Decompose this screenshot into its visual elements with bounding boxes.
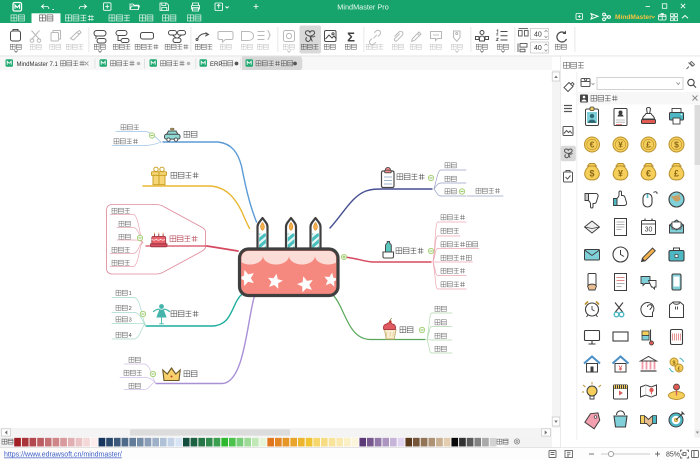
svg-text:£: £ <box>677 366 680 372</box>
svg-text:85%: 85% <box>666 452 680 459</box>
svg-text:$: $ <box>590 169 595 179</box>
svg-text:3: 3 <box>129 318 132 324</box>
svg-text:¥: ¥ <box>618 169 623 179</box>
svg-text:2: 2 <box>129 306 132 312</box>
svg-text:MindMaster: MindMaster <box>615 14 652 21</box>
svg-text:MindMaster 7.1: MindMaster 7.1 <box>17 62 59 68</box>
svg-text:40: 40 <box>534 32 542 39</box>
svg-text:€: € <box>646 169 651 179</box>
svg-text:30: 30 <box>645 227 653 234</box>
svg-text:£: £ <box>646 140 651 150</box>
svg-text:ERP: ERP <box>210 62 222 68</box>
svg-text:$: $ <box>672 360 675 366</box>
svg-text:£: £ <box>674 169 679 179</box>
svg-text:$: $ <box>674 140 679 150</box>
svg-text:1: 1 <box>129 291 132 297</box>
svg-text:40: 40 <box>534 45 542 52</box>
svg-text:MindMaster Pro: MindMaster Pro <box>337 2 389 11</box>
svg-text:Σ: Σ <box>347 30 355 45</box>
svg-text:¥: ¥ <box>618 140 623 150</box>
svg-text:4: 4 <box>129 333 132 339</box>
svg-text:¥: ¥ <box>619 366 623 373</box>
svg-text:€: € <box>590 140 595 150</box>
svg-text:https://www.edrawsoft.cn/mindm: https://www.edrawsoft.cn/mindmaster/ <box>4 452 122 459</box>
